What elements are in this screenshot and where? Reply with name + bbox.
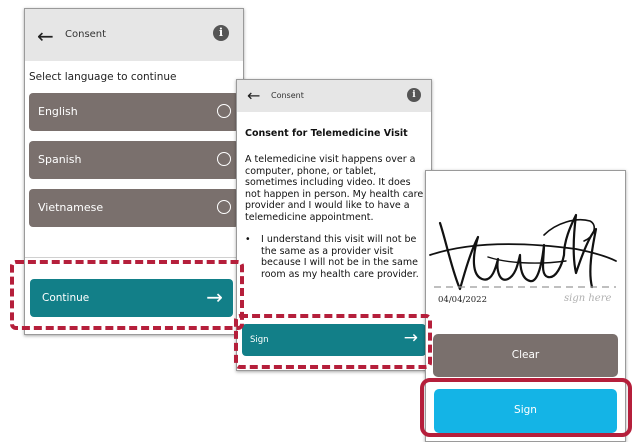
language-label: Spanish xyxy=(38,153,82,166)
signature-area[interactable]: 04/04/2022 sign here xyxy=(426,171,625,321)
clear-label: Clear xyxy=(511,349,540,361)
radio-icon[interactable] xyxy=(217,152,231,166)
info-icon[interactable]: i xyxy=(407,88,421,102)
signature-date: 04/04/2022 xyxy=(438,295,487,305)
back-arrow-icon[interactable]: ← xyxy=(247,88,260,104)
consent-heading: Consent for Telemedicine Visit xyxy=(245,128,408,139)
clear-button[interactable]: Clear xyxy=(433,334,618,377)
bullet-text: I understand this visit will not be the … xyxy=(261,234,419,280)
header-title: Consent xyxy=(271,91,304,100)
consent-bullet: • I understand this visit will not be th… xyxy=(245,234,427,280)
back-arrow-icon[interactable]: ← xyxy=(37,26,54,46)
sign-here-hint: sign here xyxy=(564,293,612,304)
language-option-vietnamese[interactable]: Vietnamese xyxy=(29,189,239,227)
radio-icon[interactable] xyxy=(217,104,231,118)
header-title: Consent xyxy=(65,29,107,40)
app-header: ← Consent i xyxy=(237,80,431,112)
language-prompt: Select language to continue xyxy=(29,71,177,83)
info-icon[interactable]: i xyxy=(213,25,229,41)
divider xyxy=(25,257,243,258)
consent-paragraph: A telemedicine visit happens over a comp… xyxy=(245,154,424,223)
sign-submit-highlight xyxy=(420,378,632,437)
sign-highlight xyxy=(234,314,432,369)
language-option-spanish[interactable]: Spanish xyxy=(29,141,239,179)
app-header: ← Consent i xyxy=(25,9,243,61)
radio-icon[interactable] xyxy=(217,200,231,214)
bullet-icon: • xyxy=(245,234,251,245)
language-label: English xyxy=(38,105,78,118)
language-label: Vietnamese xyxy=(38,201,104,214)
continue-highlight xyxy=(10,260,244,330)
language-option-english[interactable]: English xyxy=(29,93,239,131)
